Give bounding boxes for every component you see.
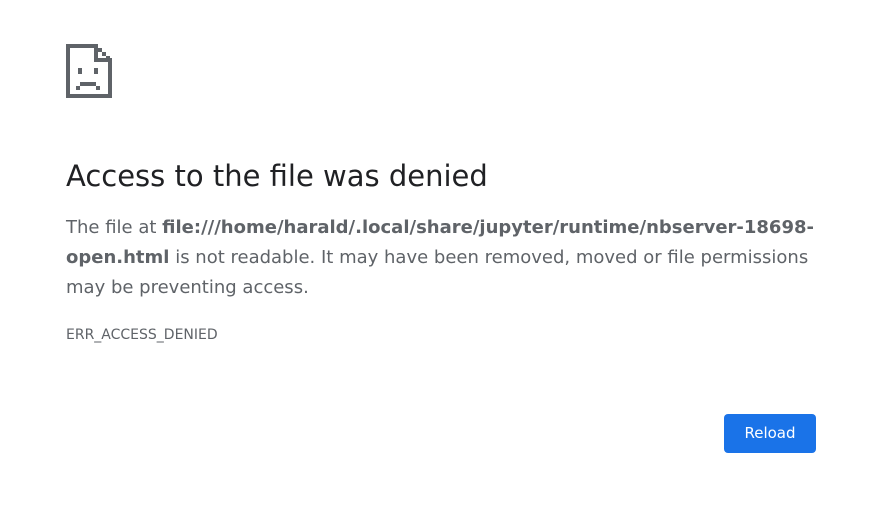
details-prefix: The file at	[66, 217, 163, 238]
sad-document-icon	[66, 44, 112, 98]
error-code: ERR_ACCESS_DENIED	[66, 327, 218, 343]
error-details: The file at file:///home/harald/.local/s…	[66, 213, 826, 303]
page-title: Access to the file was denied	[66, 159, 488, 193]
details-suffix: is not readable. It may have been remove…	[66, 247, 809, 298]
reload-button[interactable]: Reload	[724, 414, 816, 453]
